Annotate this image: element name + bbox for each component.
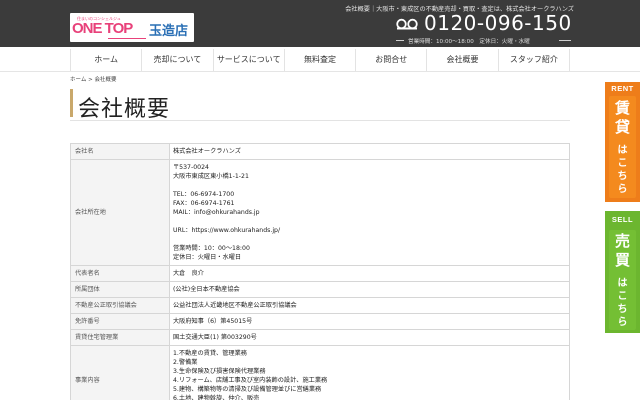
row-value-rental-management: 国土交通大臣(1) 第003290号 [169,329,570,346]
phone-number[interactable]: 0120-096-150 [424,11,572,35]
table-row: 会社所在地 〒537-0024 大阪市東成区東小橋1-1-21 TEL：06-6… [70,159,570,266]
row-label-fair-trade-council: 不動産公正取引協議会 [70,297,170,314]
breadcrumb-home-link[interactable]: ホーム [70,77,86,83]
page-title: 会社概要 [78,97,171,122]
nav-divider [0,71,640,72]
row-value-business: 1.不動産の賃貸、管理業務 2.警備業 3.生命保険及び損害保険代理業務 4.リ… [169,345,570,400]
nav-item-free-appraisal[interactable]: 無料査定 [283,49,355,71]
rent-banner-kanji: 賃 貸 [614,99,630,136]
row-label-association: 所属団体 [70,281,170,298]
sell-banner-label: SELL [611,215,634,224]
row-label-business: 事業内容 [70,345,170,400]
main-nav: ホーム 売却について サービスについて 無料査定 お問合せ 会社概要 スタッフ紹… [70,49,570,71]
table-row: 賃貸住宅管理業 国土交通大臣(1) 第003290号 [70,329,570,346]
hours-rule-left [396,40,404,41]
table-row: 免許番号 大阪府知事（6）第45015号 [70,313,570,330]
logo-underline [108,38,146,39]
rent-banner-label: RENT [611,84,634,93]
row-label-license-number: 免許番号 [70,313,170,330]
hours-rule-right [559,40,571,41]
free-dial-icon [396,18,418,30]
row-value-association: (公社)全日本不動産協会 [169,281,570,298]
row-value-company-name: 株式会社オークラハンズ [169,143,570,160]
row-value-fair-trade-council: 公益社団法人近畿地区不動産公正取引協議会 [169,297,570,314]
nav-item-home[interactable]: ホーム [70,49,141,71]
logo-store-name: 玉造店 [149,24,189,39]
table-row: 事業内容 1.不動産の賃貸、管理業務 2.警備業 3.生命保険及び損害保険代理業… [70,345,570,400]
logo-wordmark: ONE TOP [72,20,133,37]
breadcrumb: ホーム > 会社概要 [70,75,116,83]
breadcrumb-current: 会社概要 [94,77,117,83]
row-value-representative: 大倉 良介 [169,265,570,282]
table-row: 不動産公正取引協議会 公益社団法人近畿地区不動産公正取引協議会 [70,297,570,314]
title-accent-bar [70,89,73,117]
sell-banner-sub: は こ ち ら [617,278,628,328]
title-divider [70,120,570,121]
row-label-address: 会社所在地 [70,159,170,266]
row-label-company-name: 会社名 [70,143,170,160]
business-hours: 営業時間：10:00〜18:00 定休日：火曜・水曜 [408,39,530,45]
company-info-table: 会社名 株式会社オークラハンズ 会社所在地 〒537-0024 大阪市東成区東小… [70,143,570,400]
nav-item-staff[interactable]: スタッフ紹介 [497,49,570,71]
row-label-rental-management: 賃貸住宅管理業 [70,329,170,346]
row-value-address: 〒537-0024 大阪市東成区東小橋1-1-21 TEL：06-6974-17… [169,159,570,266]
row-label-representative: 代表者名 [70,265,170,282]
nav-item-selling[interactable]: 売却について [141,49,212,71]
table-row: 所属団体 (公社)全日本不動産協会 [70,281,570,298]
row-value-license-number: 大阪府知事（6）第45015号 [169,313,570,330]
table-row: 会社名 株式会社オークラハンズ [70,143,570,160]
nav-item-company[interactable]: 会社概要 [426,49,497,71]
table-row: 代表者名 大倉 良介 [70,265,570,282]
nav-item-services[interactable]: サービスについて [212,49,284,71]
rent-banner-sub: は こ ち ら [617,145,628,195]
nav-item-contact[interactable]: お問合せ [355,49,426,71]
sell-banner-kanji: 売 買 [614,232,630,269]
